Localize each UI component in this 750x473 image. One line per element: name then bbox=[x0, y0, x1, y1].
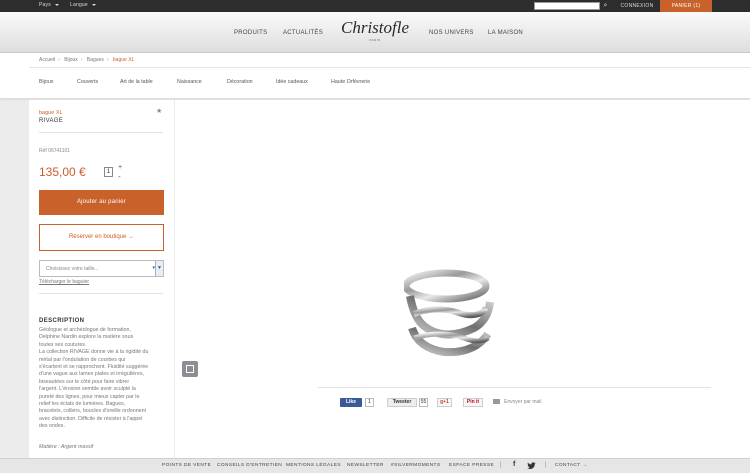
ring-image bbox=[404, 269, 494, 357]
tweet-count: 55 bbox=[419, 398, 428, 407]
product-reference: Réf 06741101 bbox=[39, 148, 71, 154]
main-header: PRODUITS ACTUALITÉS Christofle PARIS NOS… bbox=[0, 12, 750, 53]
top-bar: Pays Langue ⌕ CONNEXION PANIER (1) bbox=[0, 0, 750, 12]
quantity-increase-icon[interactable]: + bbox=[118, 164, 122, 171]
divider bbox=[318, 387, 711, 388]
nav-products[interactable]: PRODUITS bbox=[234, 30, 267, 36]
arrow-right-icon: → bbox=[128, 234, 135, 240]
login-link[interactable]: CONNEXION bbox=[614, 0, 660, 12]
arrow-right-icon: → bbox=[582, 463, 588, 468]
logo-subtitle: PARIS bbox=[369, 38, 381, 42]
email-share-label: Envoyer par mail bbox=[504, 399, 542, 405]
divider: | bbox=[545, 462, 547, 468]
product-info-panel: bague XL RIVAGE ★ Réf 06741101 135,00 € … bbox=[29, 100, 174, 458]
facebook-like-count: 1 bbox=[365, 398, 374, 407]
country-label: Pays bbox=[39, 2, 51, 8]
footer-mentions-legales[interactable]: MENTIONS LÉGALES bbox=[286, 463, 341, 468]
divider bbox=[39, 132, 163, 133]
chevron-down-icon[interactable]: ▼ bbox=[155, 261, 163, 276]
reserve-label: Réserver en boutique bbox=[68, 234, 127, 240]
description-text: Géologue et archéologue de formation, De… bbox=[39, 327, 149, 430]
nav-maison[interactable]: LA MAISON bbox=[488, 30, 523, 36]
size-select-placeholder: Choisissez votre taille... bbox=[46, 266, 99, 272]
sub-navigation: Accueil › Bijoux › Bagues › bague XL Bijoux… bbox=[0, 53, 750, 99]
facebook-icon[interactable]: f bbox=[513, 461, 515, 468]
product-name: RIVAGE bbox=[39, 118, 64, 124]
chevron-down-icon bbox=[54, 3, 59, 6]
language-label: Langue bbox=[70, 2, 88, 8]
footer-espace-presse[interactable]: ESPACE PRESSE bbox=[449, 463, 494, 468]
breadcrumb-bagues[interactable]: Bagues bbox=[87, 57, 104, 63]
category-bijoux[interactable]: Bijoux bbox=[39, 79, 53, 85]
nav-universes[interactable]: NOS UNIVERS bbox=[429, 30, 474, 36]
add-to-cart-button[interactable]: Ajouter au panier bbox=[39, 190, 164, 215]
google-plus-button[interactable]: g+1 bbox=[437, 398, 452, 407]
breadcrumb-current: bague XL bbox=[112, 57, 135, 63]
search-icon[interactable]: ⌕ bbox=[601, 1, 610, 11]
category-decoration[interactable]: Décoration bbox=[227, 79, 253, 85]
logo-wordmark: Christofle bbox=[340, 18, 409, 37]
footer-newsletter[interactable]: NEWSLETTER bbox=[347, 463, 384, 468]
reserve-in-store-button[interactable]: Réserver en boutique → bbox=[39, 224, 164, 251]
country-selector[interactable]: Pays bbox=[39, 2, 59, 8]
category-idee-cadeaux[interactable]: Idée cadeaux bbox=[276, 79, 308, 85]
mail-icon bbox=[493, 399, 500, 404]
description-title: DESCRIPTION bbox=[39, 318, 85, 324]
breadcrumb-bijoux[interactable]: Bijoux bbox=[64, 57, 78, 63]
size-guide-link[interactable]: Télécharger le baguier bbox=[39, 279, 89, 285]
language-selector[interactable]: Langue bbox=[70, 2, 96, 8]
chevron-down-icon bbox=[91, 3, 96, 6]
zoom-icon[interactable] bbox=[182, 361, 198, 377]
category-art-de-la-table[interactable]: Art de la table bbox=[120, 79, 153, 85]
footer: POINTS DE VENTE CONSEILS D'ENTRETIEN MEN… bbox=[0, 458, 750, 473]
quantity-decrease-icon[interactable]: - bbox=[118, 173, 121, 181]
facebook-like-button[interactable]: Like bbox=[340, 398, 362, 407]
divider bbox=[39, 293, 163, 294]
footer-contact[interactable]: CONTACT → bbox=[555, 463, 587, 468]
favorite-star-icon[interactable]: ★ bbox=[156, 107, 162, 115]
category-couverts[interactable]: Couverts bbox=[77, 79, 98, 85]
twitter-icon[interactable] bbox=[527, 462, 536, 470]
cart-button[interactable]: PANIER (1) bbox=[660, 0, 712, 12]
footer-conseils-entretien[interactable]: CONSEILS D'ENTRETIEN bbox=[217, 463, 282, 468]
nav-news[interactable]: ACTUALITÉS bbox=[283, 30, 323, 36]
breadcrumb-home[interactable]: Accueil bbox=[39, 57, 55, 63]
quantity-field[interactable]: 1 bbox=[104, 167, 113, 177]
footer-contact-label: CONTACT bbox=[555, 463, 581, 468]
category-naissance[interactable]: Naissance bbox=[177, 79, 202, 85]
material-text: Matière : Argent massif bbox=[39, 444, 94, 450]
footer-silvermoments[interactable]: #SILVERMOMENTS bbox=[391, 463, 441, 468]
footer-points-de-vente[interactable]: POINTS DE VENTE bbox=[162, 463, 211, 468]
breadcrumb: Accueil › Bijoux › Bagues › bague XL bbox=[39, 57, 135, 63]
pinterest-button[interactable]: Pin it bbox=[463, 398, 483, 407]
divider: | bbox=[500, 462, 502, 468]
email-share-link[interactable]: Envoyer par mail bbox=[493, 398, 542, 407]
tweet-button[interactable]: Tweeter bbox=[387, 398, 417, 407]
category-haute-orfevrerie[interactable]: Haute Orfèvrerie bbox=[331, 79, 370, 85]
divider bbox=[29, 67, 750, 68]
search-input[interactable] bbox=[534, 2, 600, 10]
product-image-area: Like 1 Tweeter 55 g+1 Pin it Envoyer par… bbox=[175, 100, 750, 458]
product-price: 135,00 € bbox=[39, 165, 86, 179]
size-select[interactable]: Choisissez votre taille... ▾ ▼ bbox=[39, 260, 164, 277]
brand-logo[interactable]: Christofle PARIS bbox=[336, 18, 414, 43]
product-type: bague XL bbox=[39, 110, 63, 116]
